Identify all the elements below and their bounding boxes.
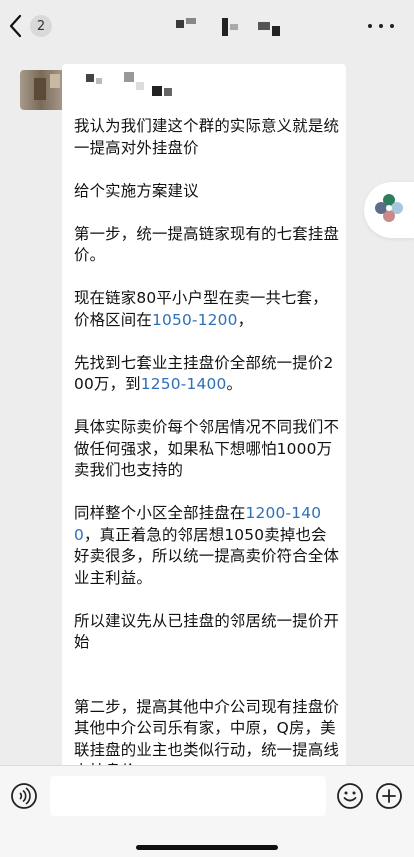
emoji-icon: [336, 783, 364, 814]
sender-name-redacted: [78, 64, 188, 98]
unread-count-badge: 2: [30, 15, 52, 37]
message-paragraph: [74, 482, 340, 504]
plus-icon: [375, 783, 403, 814]
message-paragraph: [74, 675, 340, 697]
message-paragraph: 所以建议先从已挂盘的邻居统一提价开始: [74, 611, 340, 654]
emoji-button[interactable]: [336, 782, 364, 810]
message-paragraph: 先找到七套业主挂盘价全部统一提价200万，到1250-1400。: [74, 353, 340, 396]
back-button[interactable]: 2: [8, 10, 52, 42]
message-paragraph: 同样整个小区全部挂盘在1200-1400，真正着急的邻居想1050卖掉也会好卖很…: [74, 503, 340, 589]
message-paragraph: 给个实施方案建议: [74, 181, 340, 203]
message-segment: 具体实际卖价每个邻居情况不同我们不做任何强求，如果私下想哪怕1000万卖我们也支…: [74, 418, 340, 479]
more-button[interactable]: [368, 18, 394, 34]
message-text: 我认为我们建这个群的实际意义就是统一提高对外挂盘价 给个实施方案建议 第一步，统…: [74, 116, 340, 783]
message-paragraph: 我认为我们建这个群的实际意义就是统一提高对外挂盘价: [74, 116, 340, 159]
message-paragraph: [74, 267, 340, 289]
message-paragraph: 现在链家80平小户型在卖一共七套，价格区间在1050-1200，: [74, 288, 340, 331]
message-paragraph: [74, 202, 340, 224]
voice-button[interactable]: [10, 782, 38, 810]
message-segment: 同样整个小区全部挂盘在: [74, 504, 246, 522]
message-paragraph: [74, 396, 340, 418]
message-input[interactable]: [50, 776, 326, 816]
message-segment: ，真正着急的邻居想1050卖掉也会好卖很多，所以统一提高卖价符合全体业主利益。: [74, 525, 340, 587]
message-segment: 所以建议先从已挂盘的邻居统一提价开始: [74, 611, 340, 652]
chevron-left-icon: [8, 14, 22, 38]
message-segment: 给个实施方案建议: [74, 181, 199, 200]
message-paragraph: [74, 159, 340, 181]
message-segment: ，: [237, 310, 254, 329]
message-segment: 第一步，统一提高链家现有的七套挂盘价。: [74, 224, 340, 265]
price-range-text[interactable]: 1050-1200: [152, 311, 238, 329]
message-segment: 第二步，提高其他中介公司现有挂盘价: [74, 697, 340, 716]
chat-header: 2: [0, 0, 414, 52]
message-paragraph: [74, 331, 340, 353]
message-paragraph: 具体实际卖价每个邻居情况不同我们不做任何强求，如果私下想哪怕1000万卖我们也支…: [74, 417, 340, 482]
more-actions-button[interactable]: [375, 782, 403, 810]
flower-icon: [372, 191, 406, 229]
message-paragraph: 第二步，提高其他中介公司现有挂盘价: [74, 697, 340, 719]
message-paragraph: [74, 589, 340, 611]
home-indicator: [136, 845, 278, 850]
price-range-text[interactable]: 1250-1400: [141, 375, 227, 393]
message-segment: 。: [226, 375, 243, 393]
input-bar: [0, 765, 414, 857]
message-segment: 我认为我们建这个群的实际意义就是统一提高对外挂盘价: [74, 117, 340, 157]
voice-icon: [10, 783, 38, 814]
floating-assistant-button[interactable]: [364, 182, 414, 238]
chat-title-redacted: [168, 14, 288, 40]
message-paragraph: 第一步，统一提高链家现有的七套挂盘价。: [74, 224, 340, 267]
more-dots-icon: [368, 24, 372, 28]
message-paragraph: [74, 654, 340, 676]
